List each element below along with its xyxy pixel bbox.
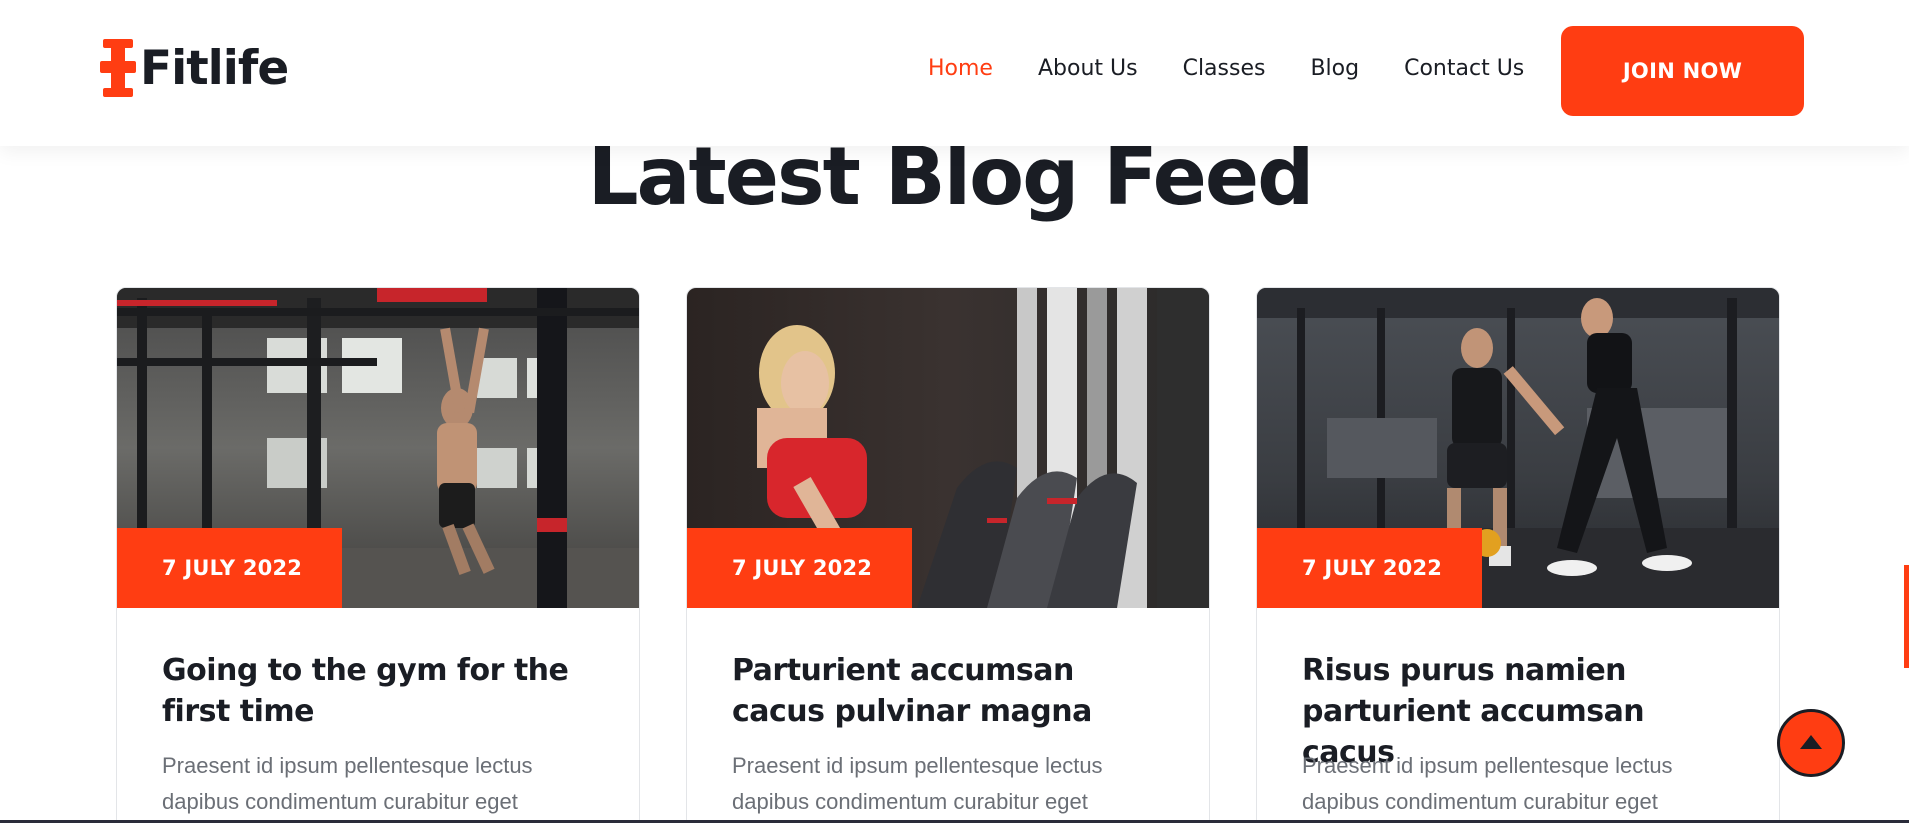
post-date-badge: 7 JULY 2022 [117, 528, 342, 608]
post-date-badge: 7 JULY 2022 [1257, 528, 1482, 608]
post-title[interactable]: Going to the gym for the first time [162, 650, 602, 732]
nav-classes[interactable]: Classes [1183, 52, 1266, 86]
post-excerpt: Praesent id ipsum pellentesque lectus da… [732, 753, 1103, 814]
blog-card[interactable]: 7 JULY 2022 Risus purus namien parturien… [1256, 287, 1780, 823]
scroll-to-top-button[interactable] [1777, 709, 1845, 777]
post-excerpt: Praesent id ipsum pellentesque lectus da… [162, 753, 533, 814]
post-excerpt: Praesent id ipsum pellentesque lectus da… [1302, 753, 1673, 814]
scroll-indicator [1904, 565, 1909, 668]
main-nav: Home About Us Classes Blog Contact Us [928, 52, 1524, 86]
site-header: Fitlife Home About Us Classes Blog Conta… [0, 0, 1909, 146]
nav-blog[interactable]: Blog [1310, 52, 1359, 86]
dumbbell-icon [100, 39, 136, 97]
logo[interactable]: Fitlife [100, 38, 289, 98]
arrow-up-icon [1799, 734, 1823, 753]
blog-card[interactable]: 7 JULY 2022 Parturient accumsan cacus pu… [686, 287, 1210, 823]
blog-card[interactable]: 7 JULY 2022 Going to the gym for the fir… [116, 287, 640, 823]
post-date-badge: 7 JULY 2022 [687, 528, 912, 608]
nav-contact-us[interactable]: Contact Us [1404, 52, 1524, 86]
post-title[interactable]: Parturient accumsan cacus pulvinar magna [732, 650, 1172, 732]
page: Fitlife Home About Us Classes Blog Conta… [0, 0, 1909, 823]
logo-text: Fitlife [140, 40, 289, 96]
nav-home[interactable]: Home [928, 52, 993, 86]
join-now-button[interactable]: JOIN NOW [1561, 26, 1804, 116]
nav-about-us[interactable]: About Us [1038, 52, 1138, 86]
